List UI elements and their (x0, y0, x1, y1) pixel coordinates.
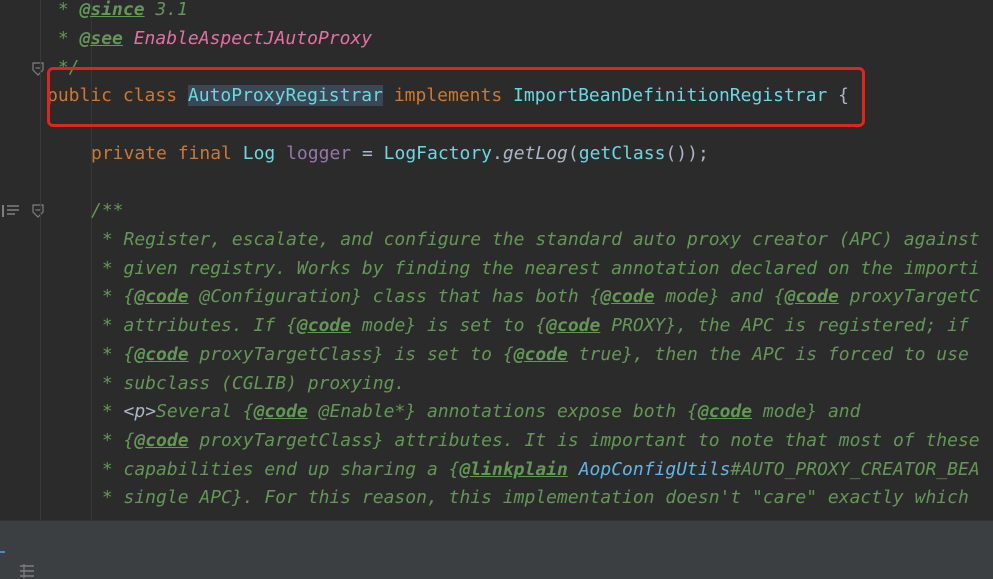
editor-gutter[interactable] (0, 0, 44, 520)
gutter-divider (40, 0, 41, 520)
tool-window-indicator (0, 551, 5, 553)
javadoc-text: @code (697, 401, 753, 423)
javadoc-text: * attributes. If { (91, 315, 297, 337)
javadoc-text: #AUTO_PROXY_CREATOR_BEA (730, 458, 980, 480)
javadoc-text: * single APC}. For this reason, this imp… (91, 487, 969, 509)
javadoc-line[interactable]: * Register, escalate, and configure the … (91, 227, 980, 253)
javadoc-text: proxyTargetClass} is set to { (188, 343, 514, 365)
javadoc-text: * Register, escalate, and configure the … (91, 229, 980, 250)
javadoc-text: * { (91, 286, 135, 308)
javadoc-line[interactable]: * {@code proxyTargetClass} is set to {@c… (91, 342, 969, 368)
code-line-comment-end[interactable]: */ (47, 55, 80, 81)
javadoc-text: * { (91, 343, 135, 365)
javadoc-line[interactable]: * single APC}. For this reason, this imp… (91, 485, 969, 511)
javadoc-text: mode} is set to { (351, 315, 547, 337)
javadoc-text: @code (784, 286, 839, 308)
code-line-see[interactable]: * @see EnableAspectJAutoProxy (47, 26, 372, 52)
javadoc-text: mode} and (752, 401, 861, 423)
javadoc-text: @code (600, 286, 655, 308)
javadoc-text: Several { (156, 401, 254, 423)
javadoc-text: proxyTargetClass} attributes. It is impo… (188, 429, 980, 451)
javadoc-text: @code (134, 429, 189, 451)
class-declaration-line[interactable]: public class AutoProxyRegistrar implemen… (47, 83, 849, 109)
javadoc-text: * capabilities end up sharing a { (91, 458, 460, 480)
javadoc-line[interactable]: * {@code proxyTargetClass} attributes. I… (91, 428, 980, 454)
javadoc-text: @code (546, 315, 601, 337)
implemented-method-icon[interactable] (2, 204, 20, 218)
javadoc-line[interactable]: * <p>Several {@code @Enable*} annotation… (91, 399, 861, 425)
javadoc-text: mode} and { (654, 286, 785, 308)
javadoc-line[interactable]: * attributes. If {@code mode} is set to … (91, 313, 969, 339)
javadoc-line[interactable]: * subclass (CGLIB) proxying. (91, 371, 405, 397)
structure-icon[interactable] (18, 563, 36, 579)
fold-marker-icon[interactable] (32, 204, 44, 218)
javadoc-line[interactable]: * capabilities end up sharing a {@linkpl… (91, 457, 980, 483)
javadoc-line[interactable]: * given registry. Works by finding the n… (91, 256, 980, 282)
class-name[interactable]: AutoProxyRegistrar (187, 85, 383, 106)
javadoc-text: * given registry. Works by finding the n… (91, 257, 980, 279)
bottom-panel (0, 520, 993, 579)
interface-name[interactable]: ImportBeanDefinitionRegistrar (513, 85, 827, 106)
code-line-since[interactable]: * @since 3.1 (47, 0, 188, 23)
code-editor[interactable]: * @since 3.1 * @see EnableAspectJAutoPro… (0, 0, 993, 520)
javadoc-text: @code (296, 315, 352, 337)
see-reference-link[interactable]: EnableAspectJAutoProxy (134, 28, 372, 49)
javadoc-text: true}, then the APC is forced to use (567, 343, 969, 365)
javadoc-text: @linkplain (459, 458, 568, 480)
javadoc-text: * (91, 401, 124, 423)
javadoc-line[interactable]: * {@code @Configuration} class that has … (91, 284, 980, 310)
javadoc-text: proxyTargetC (838, 286, 980, 308)
javadoc-text: PROXY}, the APC is registered; if (600, 315, 969, 337)
javadoc-open-line[interactable]: /** (91, 198, 124, 224)
javadoc-text (568, 459, 579, 480)
logger-field-line[interactable]: private final Log logger = LogFactory.ge… (91, 141, 709, 167)
javadoc-text: @Enable*} annotations expose both { (307, 401, 698, 423)
javadoc-text: * subclass (CGLIB) proxying. (91, 372, 406, 394)
fold-marker-icon[interactable] (32, 62, 44, 76)
javadoc-text: @code (253, 401, 308, 423)
javadoc-text: <p> (123, 401, 157, 423)
javadoc-text: * { (91, 429, 135, 451)
javadoc-text: @Configuration} class that has both { (188, 286, 601, 308)
javadoc-text: @code (513, 343, 568, 365)
javadoc-text: @code (134, 343, 189, 365)
javadoc-text: AopConfigUtils (578, 458, 731, 480)
javadoc-text: @code (134, 286, 189, 308)
